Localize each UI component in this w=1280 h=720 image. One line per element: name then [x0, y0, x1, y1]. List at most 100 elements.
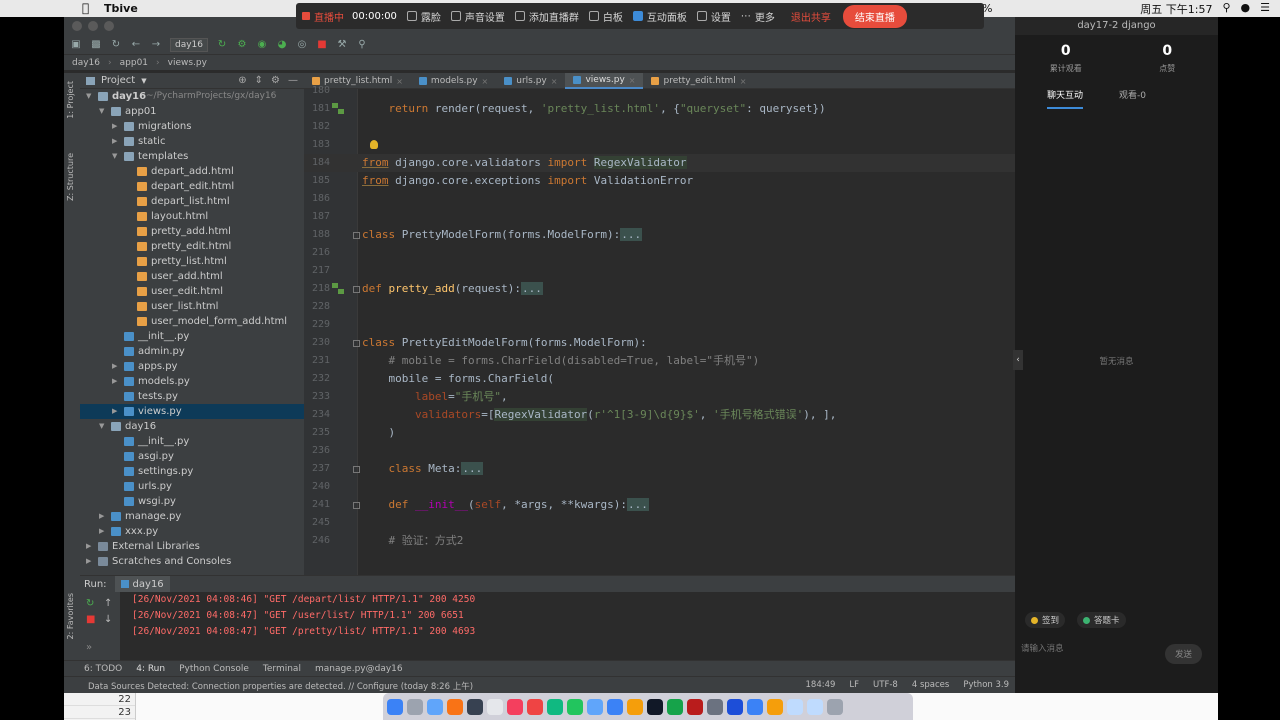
dock-app-icon[interactable]: [507, 698, 523, 715]
code-line[interactable]: 216: [304, 244, 1015, 262]
minimize-window-button[interactable]: [88, 21, 98, 31]
code-line[interactable]: 182: [304, 118, 1015, 136]
collapse-all-icon[interactable]: ⇕: [255, 75, 263, 86]
tree-item[interactable]: ▼ templates: [80, 149, 304, 164]
breadcrumb-item[interactable]: views.py: [168, 58, 207, 68]
run-gutter-icon[interactable]: [332, 283, 344, 295]
save-icon[interactable]: ▩: [90, 39, 102, 51]
dock-app-icon[interactable]: [827, 698, 843, 715]
tree-item[interactable]: depart_list.html: [80, 194, 304, 209]
dock-app-icon[interactable]: [707, 698, 723, 715]
dock-app-icon[interactable]: [807, 698, 823, 715]
code-line[interactable]: 237 class Meta:...: [304, 460, 1015, 478]
code-line[interactable]: 241 def __init__(self, *args, **kwargs):…: [304, 496, 1015, 514]
zoom-window-button[interactable]: [104, 21, 114, 31]
forward-icon[interactable]: →: [150, 39, 162, 51]
code-line[interactable]: 185 from django.core.exceptions import Va…: [304, 172, 1015, 190]
app-name[interactable]: Tbive: [104, 2, 138, 15]
tree-item[interactable]: tests.py: [80, 389, 304, 404]
code-line[interactable]: 232 mobile = forms.CharField(: [304, 370, 1015, 388]
interpreter[interactable]: Python 3.9: [963, 680, 1009, 690]
code-line[interactable]: 217: [304, 262, 1015, 280]
chevron-down-icon[interactable]: ▼: [141, 77, 146, 85]
tree-item[interactable]: ▶ xxx.py: [80, 524, 304, 539]
tree-item[interactable]: user_edit.html: [80, 284, 304, 299]
chat-input[interactable]: 请输入消息: [1021, 642, 1064, 654]
dock-app-icon[interactable]: [767, 698, 783, 715]
tree-item[interactable]: layout.html: [80, 209, 304, 224]
fold-icon[interactable]: [353, 286, 360, 293]
down-icon[interactable]: ↓: [104, 614, 112, 625]
tree-item[interactable]: ▶ manage.py: [80, 509, 304, 524]
up-icon[interactable]: ↑: [104, 598, 112, 609]
code-line[interactable]: 184 from django.core.validators import Re…: [304, 154, 1015, 172]
tree-item[interactable]: ▼ app01: [80, 104, 304, 119]
stop-sharing-button[interactable]: 退出共享: [791, 9, 831, 24]
code-line[interactable]: 246 # 验证：方式2: [304, 532, 1015, 550]
tree-item[interactable]: ▶ static: [80, 134, 304, 149]
code-area[interactable]: 180 181 return render(request, 'pretty_li…: [304, 85, 1015, 575]
chevron-right-icon[interactable]: ▶: [112, 359, 120, 374]
end-live-button[interactable]: 结束直播: [842, 4, 907, 28]
code-line[interactable]: 233 label="手机号",: [304, 388, 1015, 406]
user-icon[interactable]: ●: [1241, 1, 1251, 17]
tree-item[interactable]: depart_add.html: [80, 164, 304, 179]
chevron-right-icon[interactable]: ▶: [86, 539, 94, 554]
dock-app-icon[interactable]: [687, 698, 703, 715]
dock-app-icon[interactable]: [667, 698, 683, 715]
file-encoding[interactable]: UTF-8: [873, 680, 898, 690]
answer-card-button[interactable]: 答题卡: [1077, 612, 1126, 628]
locate-icon[interactable]: ⊕: [238, 75, 246, 86]
chevron-right-icon[interactable]: ▶: [99, 524, 107, 539]
lightbulb-icon[interactable]: [370, 140, 378, 149]
code-line[interactable]: 180: [304, 82, 1015, 100]
tab-terminal[interactable]: Terminal: [263, 664, 301, 674]
breadcrumb-item[interactable]: app01: [120, 58, 148, 68]
chevron-right-icon[interactable]: ▶: [86, 554, 94, 569]
dock-app-icon[interactable]: [487, 698, 503, 715]
dock-app-icon[interactable]: [727, 698, 743, 715]
tree-item[interactable]: __init__.py: [80, 329, 304, 344]
profile-icon[interactable]: ◕: [276, 39, 288, 51]
settings-button[interactable]: 设置: [696, 9, 731, 24]
code-line[interactable]: 234 validators=[RegexValidator(r'^1[3-9]…: [304, 406, 1015, 424]
collapse-panel-button[interactable]: ‹: [1013, 350, 1023, 370]
clock[interactable]: 周五 下午1:57: [1140, 1, 1212, 17]
tab-chat[interactable]: 聊天互动: [1047, 88, 1084, 109]
chevron-down-icon[interactable]: ▼: [86, 89, 94, 104]
chevron-down-icon[interactable]: ▼: [112, 149, 120, 164]
hide-icon[interactable]: —: [288, 75, 298, 86]
line-separator[interactable]: LF: [849, 680, 859, 690]
dock-app-icon[interactable]: [427, 698, 443, 715]
code-line[interactable]: 188 class PrettyModelForm(forms.ModelForm…: [304, 226, 1015, 244]
tree-item[interactable]: ▶ Scratches and Consoles: [80, 554, 304, 569]
chevron-right-icon[interactable]: ▶: [112, 404, 120, 419]
chevron-down-icon[interactable]: ▼: [99, 104, 107, 119]
tree-item[interactable]: urls.py: [80, 479, 304, 494]
search-everywhere-icon[interactable]: ⚲: [356, 39, 368, 51]
dock-app-icon[interactable]: [747, 698, 763, 715]
tree-item[interactable]: pretty_edit.html: [80, 239, 304, 254]
code-line[interactable]: 181 return render(request, 'pretty_list.…: [304, 100, 1015, 118]
tree-item[interactable]: ▼ day16 ~/PycharmProjects/gx/day16: [80, 89, 304, 104]
code-line[interactable]: 235 ): [304, 424, 1015, 442]
project-label[interactable]: Project: [101, 75, 135, 86]
checkin-button[interactable]: 签到: [1025, 612, 1066, 628]
stop-icon[interactable]: ■: [86, 614, 95, 625]
code-line[interactable]: 236: [304, 442, 1015, 460]
tree-item[interactable]: user_add.html: [80, 269, 304, 284]
breadcrumb-item[interactable]: day16: [72, 58, 100, 68]
tree-item[interactable]: ▼ day16: [80, 419, 304, 434]
rerun-icon[interactable]: ↻: [86, 598, 94, 609]
tree-item[interactable]: ▶ apps.py: [80, 359, 304, 374]
run-config-select[interactable]: day16: [170, 37, 209, 52]
tree-item[interactable]: user_list.html: [80, 299, 304, 314]
apple-icon[interactable]: : [82, 1, 89, 15]
code-line[interactable]: 187: [304, 208, 1015, 226]
tree-item[interactable]: depart_edit.html: [80, 179, 304, 194]
code-line[interactable]: 240: [304, 478, 1015, 496]
tree-item[interactable]: pretty_add.html: [80, 224, 304, 239]
wrench-icon[interactable]: ⚒: [336, 39, 348, 51]
dock-app-icon[interactable]: [527, 698, 543, 715]
tree-item[interactable]: ▶ migrations: [80, 119, 304, 134]
